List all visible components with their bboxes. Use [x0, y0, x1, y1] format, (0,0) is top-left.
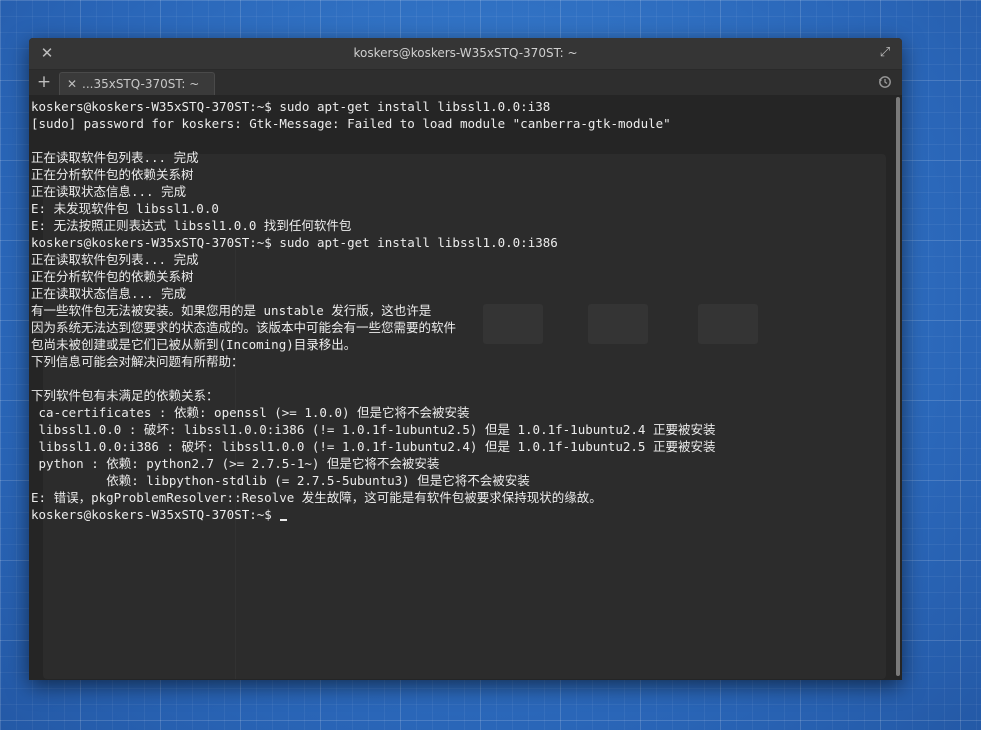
plus-icon[interactable]: + [35, 72, 53, 92]
text-cursor [280, 519, 288, 521]
terminal-line: 有一些软件包无法被安装。如果您用的是 unstable 发行版，这也许是 [31, 303, 432, 318]
terminal-line: 正在读取状态信息... 完成 [31, 184, 187, 199]
title-bar[interactable]: ✕ koskers@koskers-W35xSTQ-370ST: ~ ⤢ [29, 38, 902, 70]
terminal-line: E: 无法按照正则表达式 libssl1.0.0 找到任何软件包 [31, 218, 352, 233]
terminal-line: 因为系统无法达到您要求的状态造成的。该版本中可能会有一些您需要的软件 [31, 320, 457, 335]
terminal-line: 包尚未被创建或是它们已被从新到(Incoming)目录移出。 [31, 337, 357, 352]
terminal-line: 正在分析软件包的依赖关系树 [31, 167, 194, 182]
terminal-line: [sudo] password for koskers: Gtk-Message… [31, 116, 671, 131]
terminal-line: 正在读取软件包列表... 完成 [31, 150, 199, 165]
terminal-line: 正在读取软件包列表... 完成 [31, 252, 199, 267]
terminal-line: 正在分析软件包的依赖关系树 [31, 269, 194, 284]
terminal-line: koskers@koskers-W35xSTQ-370ST:~$ sudo ap… [31, 99, 551, 114]
terminal-line: libssl1.0.0 : 破坏: libssl1.0.0:i386 (!= 1… [31, 422, 716, 437]
history-icon[interactable] [876, 73, 894, 91]
terminal-line: 正在读取状态信息... 完成 [31, 286, 187, 301]
terminal-line: libssl1.0.0:i386 : 破坏: libssl1.0.0 (!= 1… [31, 439, 716, 454]
prompt-line[interactable]: koskers@koskers-W35xSTQ-370ST:~$ [31, 506, 892, 523]
terminal-line: 下列信息可能会对解决问题有所帮助： [31, 354, 244, 369]
tab-label: ...35xSTQ-370ST: ~ [82, 77, 200, 91]
terminal-line: E: 错误，pkgProblemResolver::Resolve 发生故障，这… [31, 490, 602, 505]
terminal-output: koskers@koskers-W35xSTQ-370ST:~$ sudo ap… [31, 98, 892, 523]
terminal-view[interactable]: koskers@koskers-W35xSTQ-370ST:~$ sudo ap… [29, 95, 902, 680]
terminal-line: 依赖: libpython-stdlib (= 2.7.5-5ubuntu3) … [31, 473, 530, 488]
terminal-line: ca-certificates : 依赖: openssl (>= 1.0.0)… [31, 405, 470, 420]
window-title: koskers@koskers-W35xSTQ-370ST: ~ [353, 46, 578, 60]
terminal-line: koskers@koskers-W35xSTQ-370ST:~$ sudo ap… [31, 235, 558, 250]
tab-bar: + ✕ ...35xSTQ-370ST: ~ [29, 70, 902, 96]
scrollbar[interactable] [896, 97, 900, 676]
maximize-icon[interactable]: ⤢ [876, 44, 894, 62]
terminal-line: 下列软件包有未满足的依赖关系： [31, 388, 219, 403]
tab-terminal[interactable]: ✕ ...35xSTQ-370ST: ~ [59, 72, 215, 95]
terminal-line: E: 未发现软件包 libssl1.0.0 [31, 201, 219, 216]
terminal-line: python : 依赖: python2.7 (>= 2.7.5-1~) 但是它… [31, 456, 440, 471]
tab-close-icon[interactable]: ✕ [65, 75, 79, 93]
terminal-window: ✕ koskers@koskers-W35xSTQ-370ST: ~ ⤢ + ✕… [29, 38, 902, 680]
shell-prompt: koskers@koskers-W35xSTQ-370ST:~$ [31, 507, 280, 522]
